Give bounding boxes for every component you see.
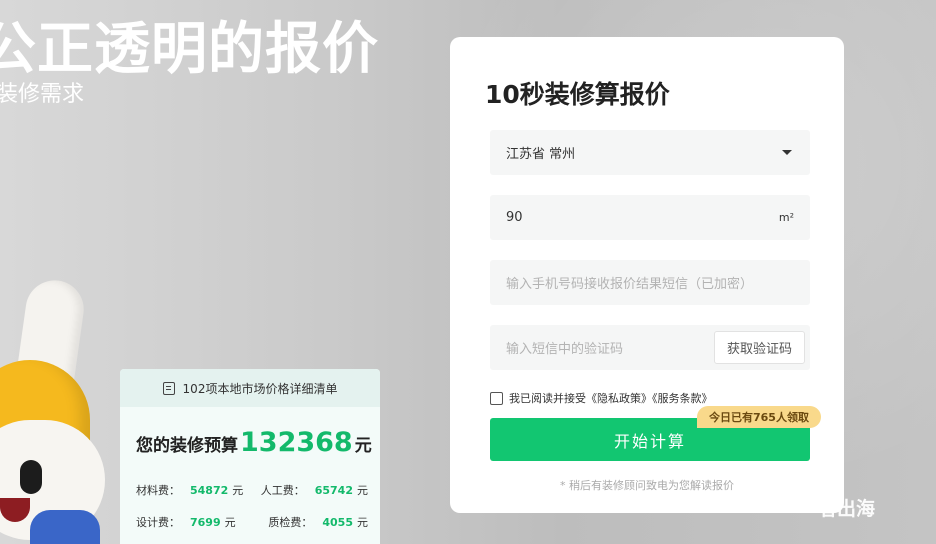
fee-label: 设计费： <box>136 516 180 529</box>
fee-unit: 元 <box>357 516 368 529</box>
area-unit: m² <box>778 211 794 224</box>
budget-label: 您的装修预算 <box>136 436 238 456</box>
budget-unit: 元 <box>354 436 372 456</box>
fee-unit: 元 <box>357 484 368 497</box>
fee-material: 材料费： 54872 元 <box>136 482 243 498</box>
budget-line: 您的装修预算 132368 元 <box>136 427 372 458</box>
fee-inspection: 质检费： 4055 元 <box>268 514 368 530</box>
claim-count-badge: 今日已有765人领取 <box>697 406 821 428</box>
fee-value: 54872 <box>190 484 229 497</box>
agreement: 我已阅读并接受《隐私政策》《服务条款》 <box>490 390 713 406</box>
fee-unit: 元 <box>224 516 236 529</box>
fee-label: 质检费： <box>268 516 313 529</box>
fee-labor: 人工费： 65742 元 <box>261 482 368 498</box>
fee-unit: 元 <box>232 484 244 497</box>
chevron-down-icon <box>782 150 792 155</box>
fee-design: 设计费： 7699 元 <box>136 514 236 530</box>
area-input-value: 90 <box>506 210 523 225</box>
phone-input[interactable]: 输入手机号码接收报价结果短信（已加密） <box>490 260 810 305</box>
price-estimate-card: 102项本地市场价格详细清单 您的装修预算 132368 元 材料费： 5487… <box>120 369 380 544</box>
agreement-checkbox[interactable] <box>490 391 503 405</box>
fee-label: 材料费： <box>136 484 180 497</box>
fee-row: 设计费： 7699 元 质检费： 4055 元 <box>136 514 368 530</box>
fee-value: 7699 <box>190 516 221 529</box>
quote-form-card: 10秒装修算报价 江苏省 常州 90 m² 输入手机号码接收报价结果短信（已加密… <box>450 37 844 513</box>
budget-value: 132368 <box>240 427 353 458</box>
price-card-header-label: 102项本地市场价格详细清单 <box>182 381 338 396</box>
mascot-illustration <box>0 270 130 544</box>
price-card-header: 102项本地市场价格详细清单 <box>120 369 380 407</box>
phone-input-placeholder: 输入手机号码接收报价结果短信（已加密） <box>506 277 754 292</box>
code-input-placeholder: 输入短信中的验证码 <box>506 342 624 357</box>
verification-code-input[interactable]: 输入短信中的验证码 获取验证码 <box>490 325 810 370</box>
fee-label: 人工费： <box>260 484 305 497</box>
form-title: 10秒装修算报价 <box>485 80 670 109</box>
agreement-text[interactable]: 我已阅读并接受《隐私政策》《服务条款》 <box>509 390 713 406</box>
mascot-body <box>30 510 100 544</box>
mascot-eye <box>20 460 42 494</box>
hero-title: 公正透明的报价 <box>0 17 379 82</box>
form-note: * 稍后有装修顾问致电为您解读报价 <box>560 479 734 492</box>
area-input[interactable]: 90 m² <box>490 195 810 240</box>
watermark: 者出海 <box>818 498 876 520</box>
fee-row: 材料费： 54872 元 人工费： 65742 元 <box>136 482 368 498</box>
document-icon <box>162 381 175 395</box>
region-select-value: 江苏省 常州 <box>506 147 576 162</box>
hero-subtitle: 装修需求 <box>0 82 85 107</box>
get-code-button[interactable]: 获取验证码 <box>714 331 805 364</box>
fee-value: 4055 <box>322 516 353 529</box>
fee-value: 65742 <box>314 484 353 497</box>
region-select[interactable]: 江苏省 常州 <box>490 130 810 175</box>
